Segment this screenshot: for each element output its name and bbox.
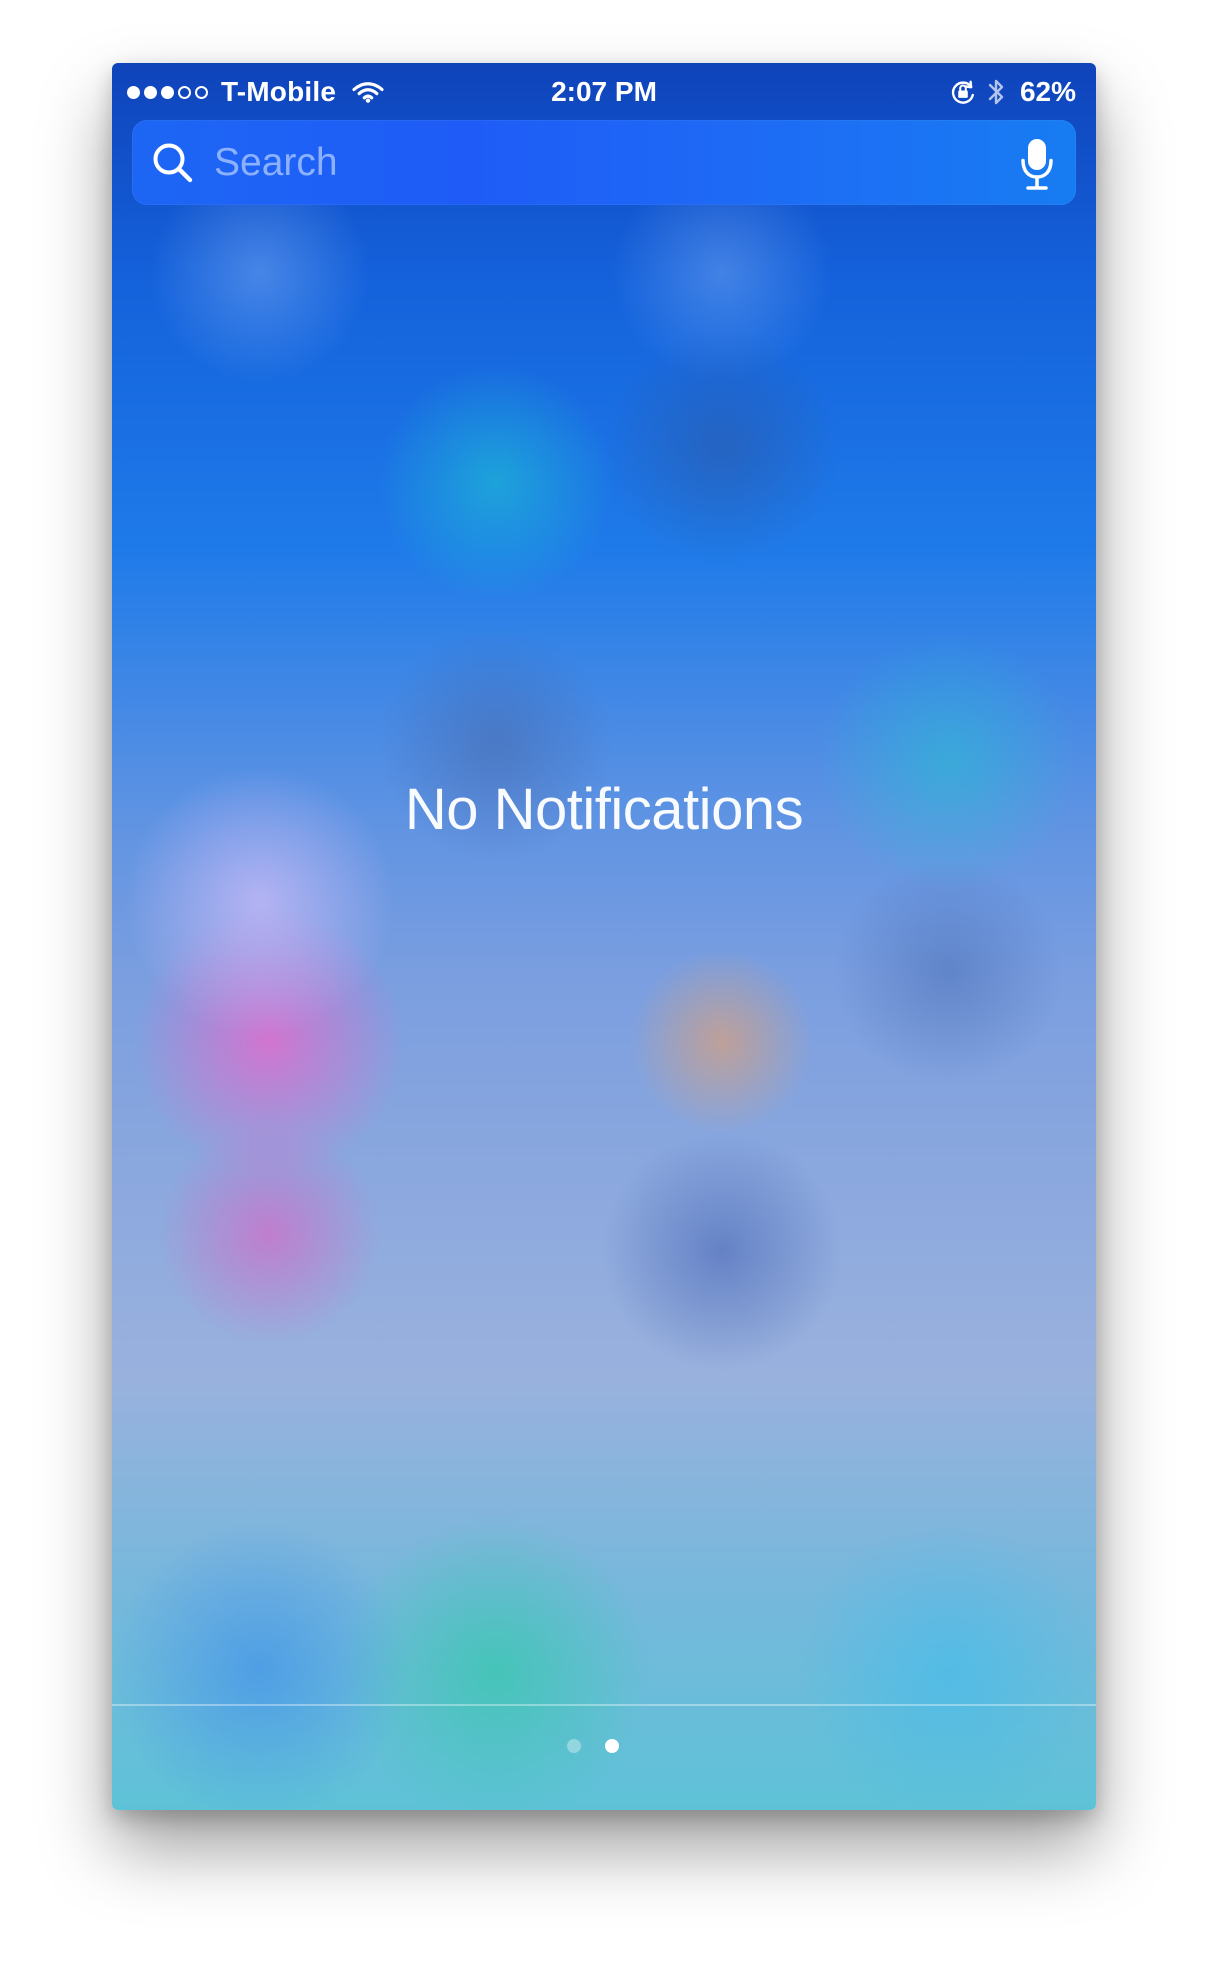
search-icon <box>153 143 193 183</box>
page-indicator[interactable] <box>567 1739 619 1753</box>
spotlight-search-bar[interactable] <box>132 120 1076 205</box>
page: T-Mobile 2:07 PM 62% Search No Notificat… <box>0 0 1208 1972</box>
battery-percentage: 62% <box>1019 76 1076 107</box>
microphone-icon[interactable] <box>1018 137 1056 191</box>
phone-screen: T-Mobile 2:07 PM 62% Search No Notificat… <box>112 63 1096 1810</box>
bottom-divider <box>112 1704 1096 1706</box>
status-bar: T-Mobile 2:07 PM 62% <box>112 63 1096 121</box>
no-notifications-message: No Notifications <box>404 777 804 842</box>
bluetooth-icon <box>988 79 1004 105</box>
status-time: 2:07 PM <box>551 76 657 107</box>
status-right-group: 62% <box>950 73 1076 111</box>
page-dot[interactable] <box>567 1739 581 1753</box>
search-input[interactable] <box>214 120 974 205</box>
page-dot-active[interactable] <box>605 1739 619 1753</box>
orientation-lock-icon <box>951 80 974 104</box>
